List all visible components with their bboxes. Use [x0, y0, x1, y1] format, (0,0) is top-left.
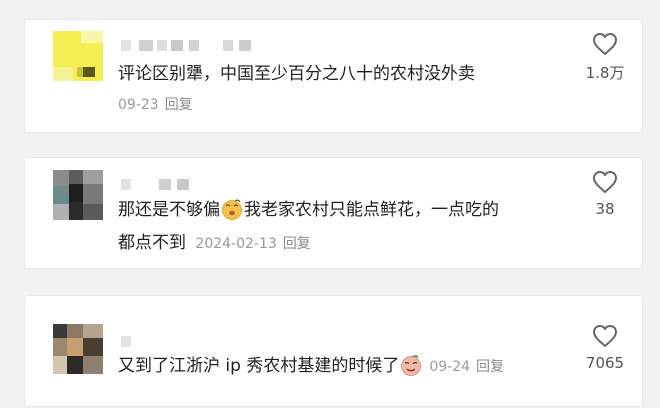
username-blurred[interactable]: [121, 336, 161, 348]
comment-card: 评论区别犟，中国至少百分之八十的农村没外卖 09-23 回复 1.8万: [25, 20, 642, 132]
comment-card: 又到了江浙沪 ip 秀农村基建的时候了 09-24 回复 7065: [25, 296, 642, 406]
username-blurred[interactable]: [121, 179, 221, 191]
smirk-face-emoji-icon: [222, 199, 242, 220]
reply-button[interactable]: 回复: [283, 236, 311, 252]
like-button[interactable]: 1.8万: [573, 32, 637, 83]
comment-text-part: 我老家农村只能点鲜花，一点吃的: [244, 200, 499, 220]
heart-outline-icon: [593, 171, 617, 193]
username-blurred[interactable]: [121, 40, 271, 52]
comment-meta: 09-23 回复: [118, 94, 193, 115]
like-button[interactable]: 7065: [573, 324, 637, 372]
like-count: 7065: [585, 354, 625, 372]
comment-text: 评论区别犟，中国至少百分之八十的农村没外卖: [118, 64, 475, 84]
like-count: 1.8万: [585, 64, 625, 82]
comment-text-part: 那还是不够偏: [118, 200, 220, 220]
sly-face-emoji-icon: [401, 355, 422, 376]
heart-outline-icon: [593, 33, 617, 55]
comment-text: 那还是不够偏 我老家农村只能点鲜花，一点吃的: [118, 196, 499, 224]
comment-card: 那还是不够偏 我老家农村只能点鲜花，一点吃的 都点不到 2024-02-13 回复…: [25, 158, 642, 268]
heart-outline-icon: [593, 325, 617, 347]
avatar[interactable]: [53, 31, 103, 81]
like-count: 38: [595, 200, 615, 218]
reply-button[interactable]: 回复: [165, 97, 193, 113]
comment-date: 2024-02-13: [195, 236, 277, 252]
comment-text: 又到了江浙沪 ip 秀农村基建的时候了 09-24 回复: [118, 352, 504, 381]
avatar[interactable]: [53, 170, 103, 220]
avatar[interactable]: [53, 324, 103, 374]
comment-text-part: 又到了江浙沪 ip 秀农村基建的时候了: [118, 356, 400, 376]
comment-date: 09-24: [429, 359, 471, 375]
reply-button[interactable]: 回复: [476, 359, 504, 375]
comment-line2: 都点不到 2024-02-13 回复: [118, 229, 311, 258]
comment-date: 09-23: [118, 97, 159, 113]
like-button[interactable]: 38: [573, 170, 637, 218]
comment-text-part: 都点不到: [118, 233, 186, 253]
